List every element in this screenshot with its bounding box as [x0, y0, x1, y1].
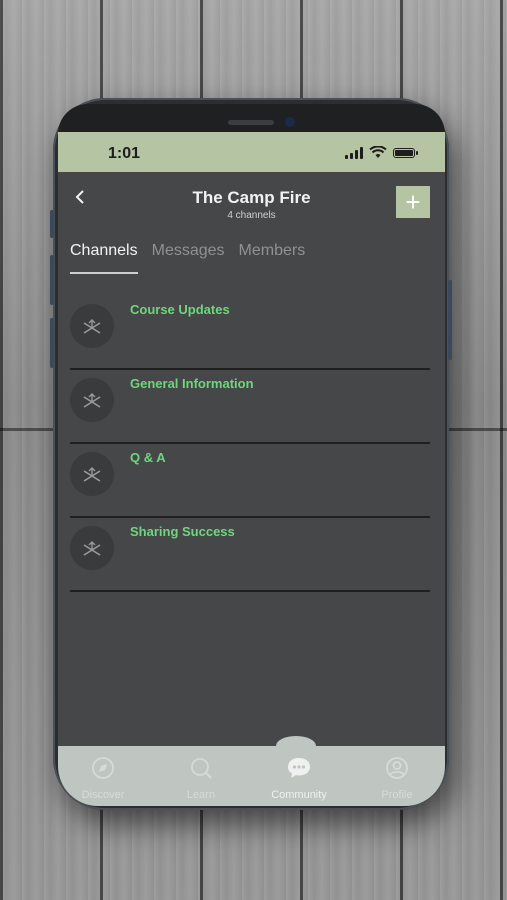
add-channel-button[interactable]: + — [396, 186, 430, 218]
campfire-icon — [83, 393, 101, 408]
channel-avatar — [70, 526, 114, 570]
nav-community[interactable]: Community — [254, 756, 344, 801]
nav-label: Community — [271, 789, 327, 801]
channel-name: Q & A — [130, 450, 166, 465]
channel-avatar — [70, 304, 114, 348]
campfire-icon — [83, 467, 101, 482]
front-camera — [285, 117, 295, 127]
channel-item-course-updates[interactable]: Course Updates — [70, 298, 430, 370]
channel-item-q-and-a[interactable]: Q & A — [70, 446, 430, 518]
earpiece-speaker — [228, 120, 274, 125]
page-title: The Camp Fire — [192, 188, 311, 207]
channel-avatar — [70, 378, 114, 422]
search-icon — [191, 758, 212, 779]
wifi-icon — [369, 146, 387, 158]
nav-label: Discover — [81, 789, 125, 801]
channel-count: 4 channels — [227, 210, 276, 221]
tab-members[interactable]: Members — [239, 242, 306, 274]
status-time: 1:01 — [108, 145, 141, 162]
bottom-nav: Discover Learn Community Profile — [58, 746, 445, 806]
cellular-signal-icon — [345, 146, 363, 159]
tab-channels[interactable]: Channels — [70, 242, 138, 274]
nav-label: Profile — [381, 789, 413, 801]
campfire-icon — [83, 541, 101, 556]
nav-discover[interactable]: Discover — [58, 756, 148, 801]
channel-avatar — [70, 452, 114, 496]
campfire-icon — [83, 319, 101, 334]
volume-down-button — [50, 318, 54, 368]
battery-icon — [393, 147, 418, 158]
channel-name: General Information — [130, 376, 254, 391]
nav-profile[interactable]: Profile — [352, 756, 442, 801]
channel-name: Sharing Success — [130, 524, 235, 539]
channel-item-sharing-success[interactable]: Sharing Success — [70, 520, 430, 592]
channel-item-general-information[interactable]: General Information — [70, 372, 430, 444]
tab-bar: Channels Messages Members — [70, 242, 305, 274]
chat-bubble-icon — [288, 758, 310, 778]
user-icon — [386, 757, 408, 779]
channel-list: Course Updates General Information Q & A — [70, 298, 430, 592]
tab-messages[interactable]: Messages — [152, 242, 225, 274]
mute-switch — [50, 210, 54, 238]
app-screen: 1:01 The Camp Fire 4 channels + Channels… — [58, 132, 445, 806]
status-icons — [345, 146, 418, 159]
status-bar: 1:01 — [58, 132, 445, 172]
phone-top-bezel — [58, 104, 445, 134]
nav-learn[interactable]: Learn — [156, 756, 246, 801]
nav-label: Learn — [186, 789, 216, 801]
channel-name: Course Updates — [130, 302, 230, 317]
volume-up-button — [50, 255, 54, 305]
compass-icon — [92, 757, 114, 779]
power-button — [448, 280, 452, 360]
